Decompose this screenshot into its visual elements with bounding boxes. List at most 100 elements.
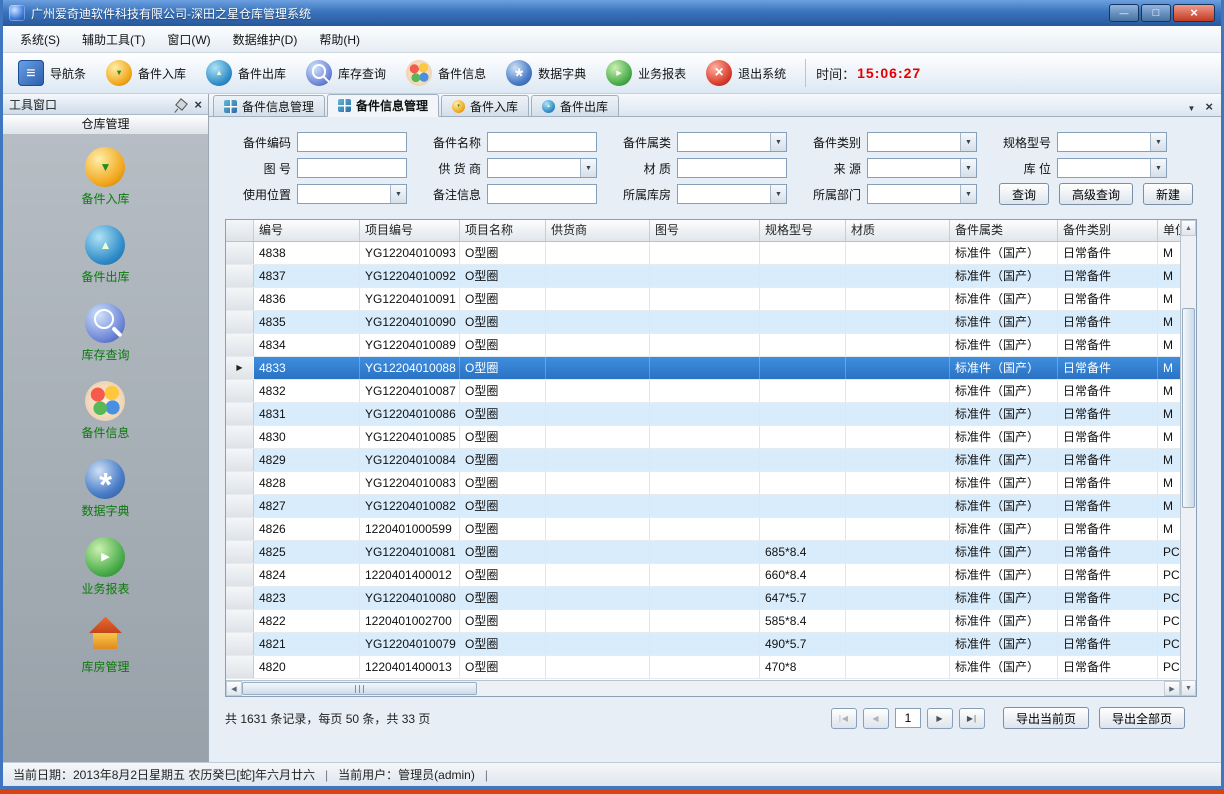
search-field-input[interactable] [297,158,407,178]
scroll-left-icon[interactable] [226,681,242,696]
search-button[interactable]: 新建 [1143,183,1193,205]
sidebar-close-icon[interactable] [194,97,202,112]
table-row[interactable]: 4827YG12204010082O型圈标准件（国产）日常备件M [226,495,1180,518]
vertical-scrollbar[interactable] [1180,220,1196,696]
menu-item[interactable]: 辅助工具(T) [71,26,156,53]
menu-item[interactable]: 数据维护(D) [222,26,309,53]
table-row[interactable]: 4836YG12204010091O型圈标准件（国产）日常备件M [226,288,1180,311]
tab[interactable]: 备件入库 [441,95,529,116]
table-row[interactable]: 4828YG12204010083O型圈标准件（国产）日常备件M [226,472,1180,495]
search-button[interactable]: 高级查询 [1059,183,1133,205]
search-field-combo[interactable] [867,184,977,204]
chevron-down-icon[interactable] [580,159,596,177]
chevron-down-icon[interactable] [1150,159,1166,177]
prev-page-button[interactable] [863,708,889,729]
sidebar-item[interactable]: 备件出库 [81,225,129,285]
pin-icon[interactable] [176,98,189,111]
table-row[interactable]: 4830YG12204010085O型圈标准件（国产）日常备件M [226,426,1180,449]
table-row[interactable]: 4834YG12204010089O型圈标准件（国产）日常备件M [226,334,1180,357]
scroll-down-icon[interactable] [1181,680,1196,696]
search-field-combo[interactable] [867,158,977,178]
table-row[interactable]: 48261220401000599O型圈标准件（国产）日常备件M [226,518,1180,541]
horizontal-scrollbar[interactable] [226,680,1180,696]
table-row[interactable]: 48241220401400012O型圈660*8.4标准件（国产）日常备件PC [226,564,1180,587]
chevron-down-icon[interactable] [770,133,786,151]
toolbar-button[interactable]: 业务报表 [597,57,695,89]
menu-item[interactable]: 窗口(W) [156,26,221,53]
scroll-up-icon[interactable] [1181,220,1196,236]
menu-item[interactable]: 系统(S) [9,26,71,53]
table-row[interactable]: 4835YG12204010090O型圈标准件（国产）日常备件M [226,311,1180,334]
chevron-down-icon[interactable] [390,185,406,203]
toolbar-button[interactable]: 数据字典 [497,57,595,89]
window-maximize-button[interactable] [1141,4,1171,22]
table-row[interactable]: 48201220401400013O型圈470*8标准件（国产）日常备件PC [226,656,1180,679]
column-header[interactable]: 规格型号 [760,220,846,241]
search-field-combo[interactable] [677,132,787,152]
search-field-combo[interactable] [297,184,407,204]
toolbar-button[interactable]: 库存查询 [297,57,395,89]
search-field-combo[interactable] [487,158,597,178]
table-row[interactable]: 4837YG12204010092O型圈标准件（国产）日常备件M [226,265,1180,288]
sidebar-item[interactable]: 库存查询 [81,303,129,363]
table-row[interactable]: 4825YG12204010081O型圈685*8.4标准件（国产）日常备件PC [226,541,1180,564]
scroll-right-icon[interactable] [1164,681,1180,696]
toolbar-button[interactable]: 退出系统 [697,57,795,89]
toolbar-button[interactable]: 导航条 [9,57,95,89]
table-row[interactable]: 4829YG12204010084O型圈标准件（国产）日常备件M [226,449,1180,472]
search-field-input[interactable] [677,158,787,178]
chevron-down-icon[interactable] [1150,133,1166,151]
search-field-combo[interactable] [1057,132,1167,152]
menu-item[interactable]: 帮助(H) [308,26,371,53]
column-header[interactable]: 备件类别 [1058,220,1158,241]
export-current-page-button[interactable]: 导出当前页 [1003,707,1089,729]
tab[interactable]: 备件出库 [531,95,619,116]
chevron-down-icon[interactable] [960,133,976,151]
toolbar-button[interactable]: 备件出库 [197,57,295,89]
window-close-button[interactable] [1173,4,1215,22]
table-row[interactable]: 4831YG12204010086O型圈标准件（国产）日常备件M [226,403,1180,426]
hscroll-track[interactable] [242,681,1164,696]
tab[interactable]: 备件信息管理 [213,95,325,116]
column-header[interactable]: 图号 [650,220,760,241]
export-all-pages-button[interactable]: 导出全部页 [1099,707,1185,729]
column-header[interactable]: 单位 [1158,220,1180,241]
search-field-combo[interactable] [867,132,977,152]
window-minimize-button[interactable] [1109,4,1139,22]
search-field-input[interactable] [297,132,407,152]
chevron-down-icon[interactable] [770,185,786,203]
column-header[interactable]: 项目名称 [460,220,546,241]
search-field-input[interactable] [487,132,597,152]
sidebar-item[interactable]: 业务报表 [81,537,129,597]
search-field-input[interactable] [487,184,597,204]
next-page-button[interactable] [927,708,953,729]
chevron-down-icon[interactable] [960,159,976,177]
sidebar-item[interactable]: 数据字典 [81,459,129,519]
tab-close-icon[interactable] [1205,99,1213,114]
toolbar-button[interactable]: 备件入库 [97,57,195,89]
search-button[interactable]: 查询 [999,183,1049,205]
toolbar-button[interactable]: 备件信息 [397,57,495,89]
table-row[interactable]: ▶4833YG12204010088O型圈标准件（国产）日常备件M [226,357,1180,380]
page-number-input[interactable] [895,708,921,728]
search-field-combo[interactable] [1057,158,1167,178]
vscroll-thumb[interactable] [1182,308,1195,508]
tab[interactable]: 备件信息管理 [327,94,439,117]
sidebar-item[interactable]: 库房管理 [81,615,129,675]
column-header[interactable]: 项目编号 [360,220,460,241]
table-row[interactable]: 4823YG12204010080O型圈647*5.7标准件（国产）日常备件PC [226,587,1180,610]
search-field-combo[interactable] [677,184,787,204]
column-header[interactable]: 供货商 [546,220,650,241]
table-row[interactable]: 48221220401002700O型圈585*8.4标准件（国产）日常备件PC [226,610,1180,633]
table-row[interactable]: 4832YG12204010087O型圈标准件（国产）日常备件M [226,380,1180,403]
tab-overflow-icon[interactable] [1187,100,1195,114]
column-header[interactable]: 材质 [846,220,950,241]
sidebar-section-title[interactable]: 仓库管理 [3,115,208,135]
column-header[interactable]: 编号 [254,220,360,241]
sidebar-item[interactable]: 备件信息 [81,381,129,441]
sidebar-item[interactable]: 备件入库 [81,147,129,207]
first-page-button[interactable] [831,708,857,729]
chevron-down-icon[interactable] [960,185,976,203]
last-page-button[interactable] [959,708,985,729]
column-header[interactable]: 备件属类 [950,220,1058,241]
